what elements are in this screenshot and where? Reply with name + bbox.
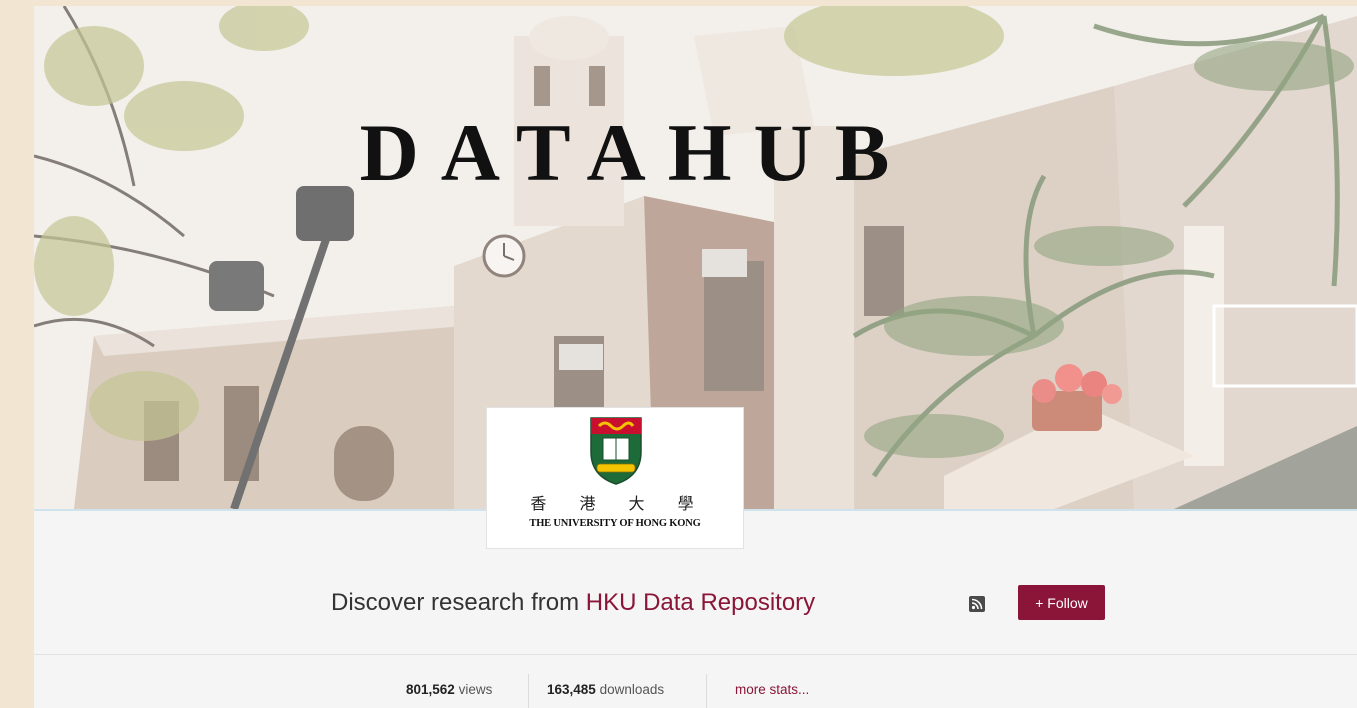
stats-separator (528, 674, 529, 708)
stats-separator (706, 674, 707, 708)
follow-button[interactable]: + Follow (1018, 585, 1105, 620)
section-divider (34, 654, 1357, 655)
discover-prefix: Discover research from (331, 589, 586, 616)
views-count: 801,562 (406, 682, 455, 697)
hku-crest-icon (590, 417, 642, 485)
discover-heading: Discover research from HKU Data Reposito… (331, 589, 815, 617)
views-label: views (454, 682, 493, 697)
stats-bar: 801,562 views 163,485 downloads more sta… (34, 674, 1357, 708)
page-frame: DATAHUB 香 港 大 學 THE UNIVERSITY OF HONG K… (34, 6, 1357, 708)
hero-title: DATAHUB (359, 107, 912, 198)
logo-chinese-name: 香 港 大 學 (530, 494, 708, 513)
views-stat: 801,562 views (406, 682, 492, 697)
more-stats-link[interactable]: more stats... (735, 682, 809, 697)
downloads-count: 163,485 (547, 682, 596, 697)
downloads-stat: 163,485 downloads (547, 682, 664, 697)
downloads-label: downloads (595, 682, 665, 697)
rss-icon[interactable] (969, 596, 985, 612)
hku-logo-card: 香 港 大 學 THE UNIVERSITY OF HONG KONG (486, 407, 744, 549)
repository-link[interactable]: HKU Data Repository (586, 589, 815, 616)
discover-row: Discover research from HKU Data Reposito… (34, 584, 1357, 624)
logo-english-name: THE UNIVERSITY OF HONG KONG (529, 518, 701, 529)
